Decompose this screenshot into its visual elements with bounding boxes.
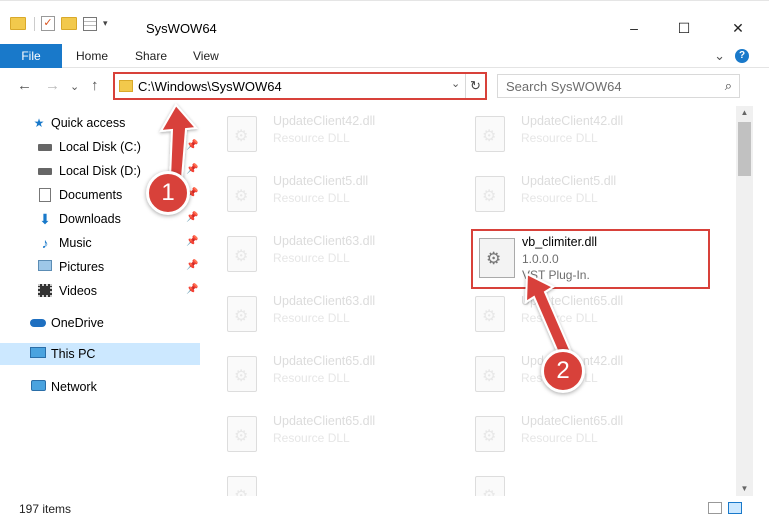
arrow-2 (524, 272, 573, 359)
arrow-1 (159, 103, 199, 179)
annotation-arrows (159, 103, 573, 359)
callout-2: 2 (541, 349, 585, 393)
callout-1: 1 (146, 171, 190, 215)
